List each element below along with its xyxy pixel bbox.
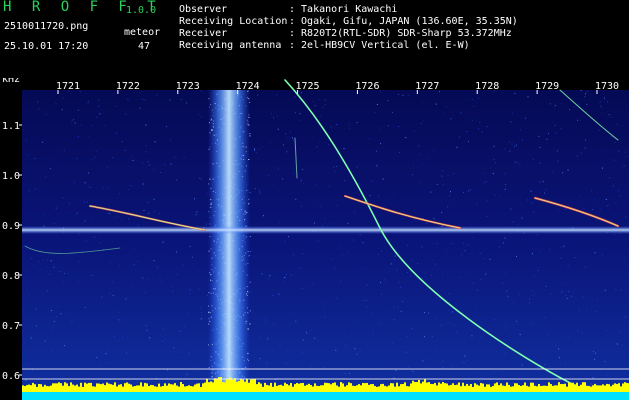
app-version: 1.0.0 <box>126 5 157 16</box>
observer-label: Observer <box>179 4 228 15</box>
spectrogram: kHz 1.1 1.0 0.9 0.8 0.7 0.6 1721 1722 1723 1724 1… <box>0 78 629 400</box>
date-time: 25.10.01 17:20 <box>4 41 89 52</box>
x-tick-label: 1726 <box>355 81 379 92</box>
spectrogram-background <box>22 90 629 400</box>
y-tick-label: 0.6 <box>2 371 20 382</box>
x-tick-label: 1721 <box>56 81 80 92</box>
location-label: Receiving Location <box>179 16 288 27</box>
y-tick-label: 0.8 <box>2 271 20 282</box>
meteor-count: 47 <box>138 41 151 52</box>
y-tick-label: 0.9 <box>2 221 20 232</box>
x-tick-label: 1723 <box>176 81 200 92</box>
antenna-value: : 2el-HB9CV Vertical (el. E-W) <box>289 40 470 51</box>
antenna-label: Receiving antenna <box>179 40 282 51</box>
meteor-label: meteor <box>124 27 161 38</box>
y-axis-label: kHz <box>2 78 20 85</box>
receiver-value: : R820T2(RTL-SDR) SDR-Sharp 53.372MHz <box>289 28 512 39</box>
x-tick-label: 1730 <box>595 81 619 92</box>
observer-value: : Takanori Kawachi <box>289 4 398 15</box>
carrier-line-0.9khz <box>22 226 629 234</box>
interference-band <box>208 90 250 390</box>
y-tick-label: 1.0 <box>2 171 20 182</box>
y-tick-label: 0.7 <box>2 321 20 332</box>
receiver-label: Receiver <box>179 28 228 39</box>
y-tick-label: 1.1 <box>2 121 20 132</box>
file-name: 2510011720.png <box>4 21 89 32</box>
location-value: : Ogaki, Gifu, JAPAN (136.60E, 35.35N) <box>289 16 518 27</box>
x-tick-label: 1722 <box>116 81 140 92</box>
x-tick-label: 1724 <box>236 81 260 92</box>
x-tick-label: 1729 <box>535 81 559 92</box>
header-panel: H R O F F T 1.0.0 2510011720.png 25.10.0… <box>0 0 629 78</box>
x-tick-label: 1725 <box>296 81 320 92</box>
x-tick-label: 1727 <box>415 81 439 92</box>
x-tick-label: 1728 <box>475 81 499 92</box>
